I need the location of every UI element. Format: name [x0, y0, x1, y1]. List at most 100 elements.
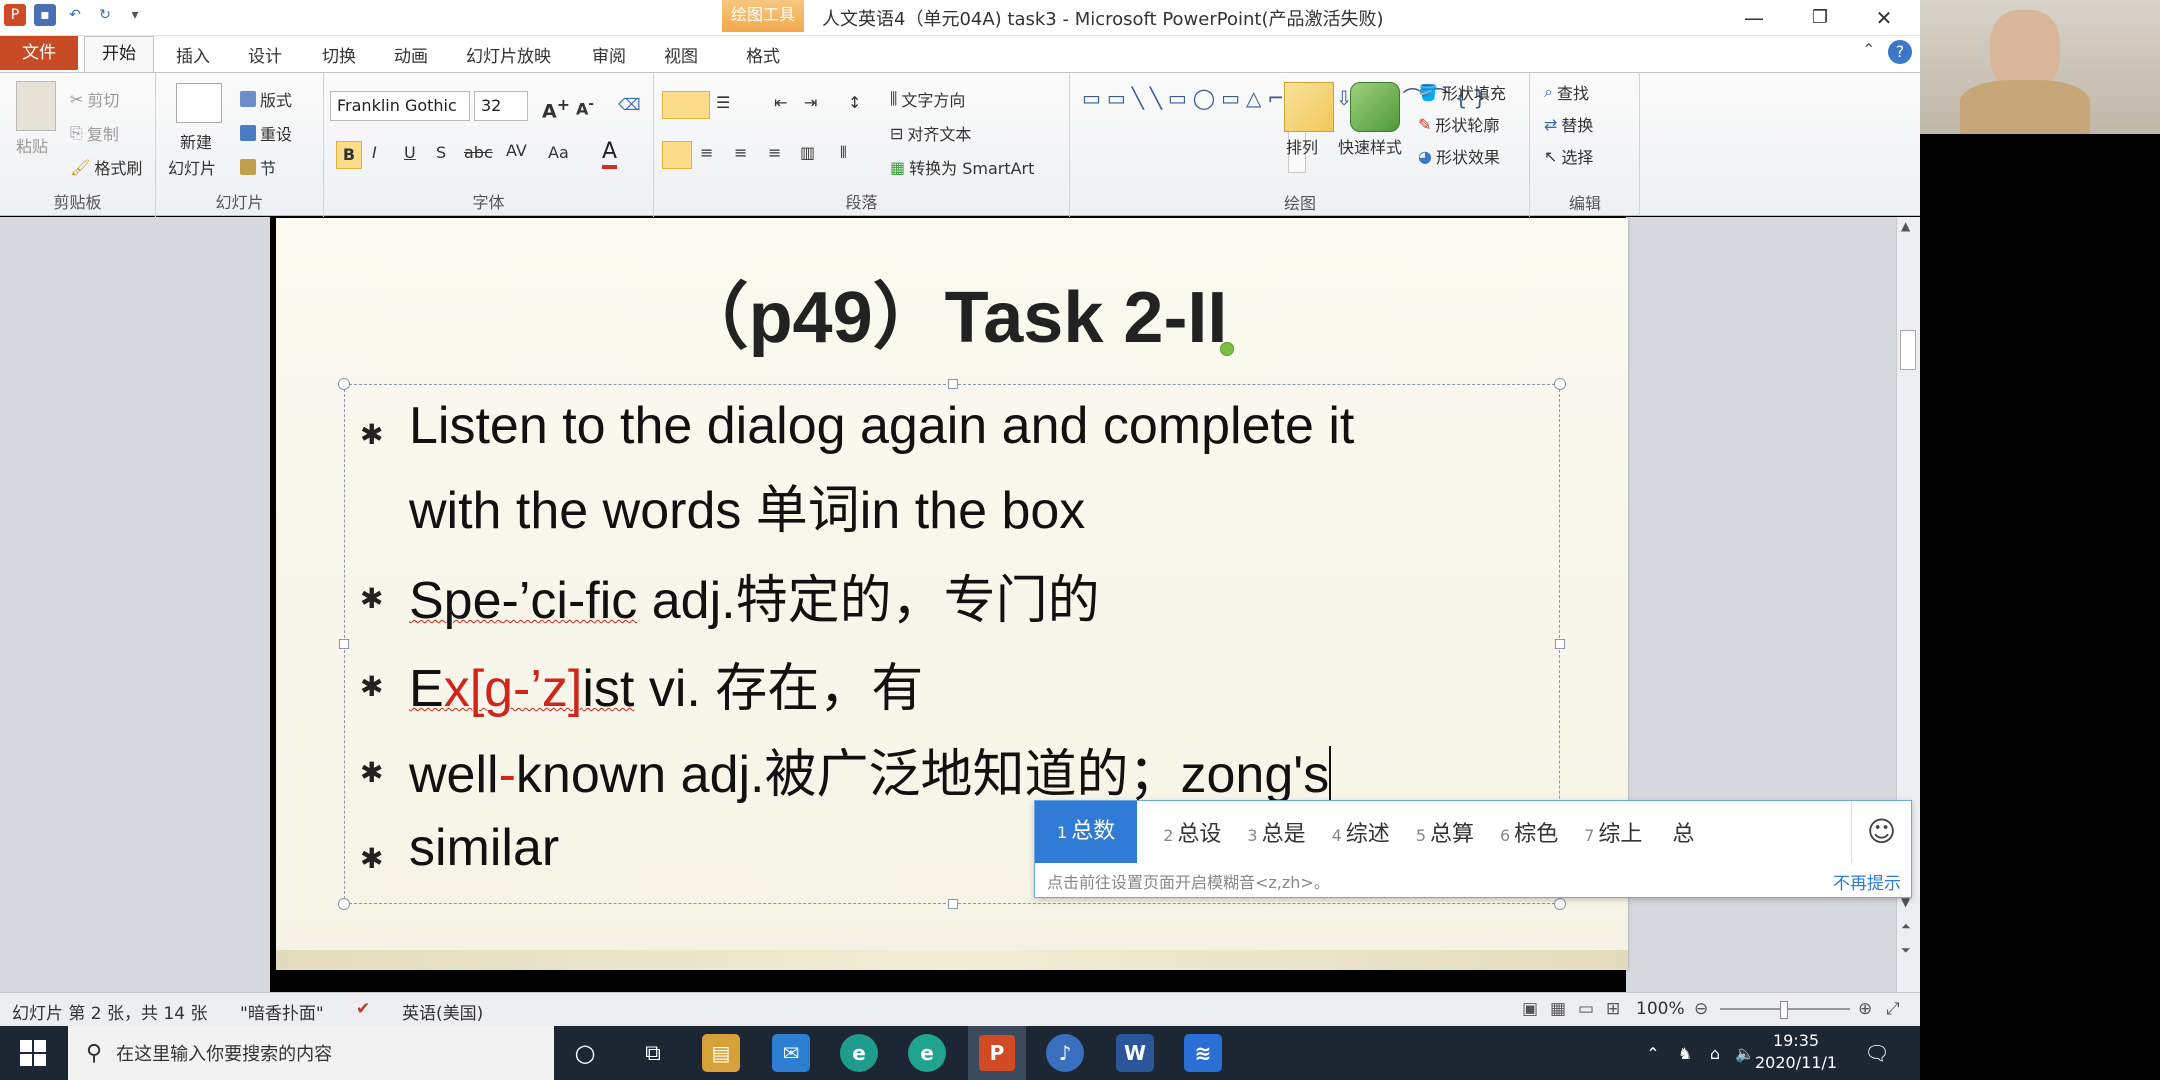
taskbar-clock[interactable]: 19:35 2020/11/1	[1748, 1030, 1844, 1074]
new-slide-dropdown[interactable]: 幻灯片	[168, 155, 216, 179]
ime-candidate[interactable]: 2 总设	[1163, 816, 1221, 848]
undo-icon[interactable]: ↶	[64, 4, 86, 26]
shape-fill-button[interactable]: 🪣 形状填充	[1418, 80, 1506, 104]
tab-insert[interactable]: 插入	[176, 42, 210, 67]
align-text-button[interactable]: ⊟ 对齐文本	[890, 121, 971, 145]
resize-handle-tl[interactable]	[338, 378, 350, 390]
increase-indent-icon[interactable]: ⇥	[804, 93, 817, 112]
font-size-box[interactable]: 32	[474, 91, 528, 121]
app-icon[interactable]: ♪	[1046, 1034, 1084, 1072]
ime-candidate[interactable]: 总	[1668, 816, 1694, 848]
slide-sorter-icon[interactable]: ▦	[1550, 999, 1566, 1019]
replace-button[interactable]: ⇄ 替换	[1544, 112, 1593, 136]
paste-icon[interactable]	[16, 81, 56, 131]
store-icon[interactable]: ▤	[702, 1034, 740, 1072]
bold-button[interactable]: B	[336, 141, 362, 169]
scroll-up-icon[interactable]: ▲	[1901, 219, 1910, 233]
strikethrough-button[interactable]: abc	[464, 143, 493, 162]
tab-file[interactable]: 文件	[0, 36, 78, 70]
reset-button[interactable]: 重设	[240, 121, 292, 145]
slideshow-view-icon[interactable]: ⊞	[1606, 999, 1620, 1019]
select-button[interactable]: ↖ 选择	[1544, 144, 1593, 168]
help-icon[interactable]: ?	[1888, 40, 1912, 64]
minimize-button[interactable]: —	[1730, 2, 1778, 34]
word-icon[interactable]: W	[1116, 1034, 1154, 1072]
shrink-font-icon[interactable]: A-	[576, 97, 594, 118]
language-indicator[interactable]: 英语(美国)	[402, 999, 483, 1024]
paste-button[interactable]: 粘贴	[16, 133, 48, 157]
copy-button[interactable]: ⎘ 复制	[70, 121, 119, 145]
distributed-icon[interactable]: ▥	[800, 143, 815, 162]
clear-format-icon[interactable]: ⌫	[618, 95, 641, 114]
redo-icon[interactable]: ↻	[94, 4, 116, 26]
find-button[interactable]: ⌕ 查找	[1544, 80, 1589, 104]
tray-app-icon[interactable]: ♞	[1672, 1034, 1698, 1072]
meeting-app-icon[interactable]: ≋	[1184, 1034, 1222, 1072]
reading-view-icon[interactable]: ▭	[1578, 999, 1594, 1019]
ime-dismiss-link[interactable]: 不再提示	[1833, 869, 1901, 894]
tab-view[interactable]: 视图	[664, 42, 698, 67]
font-color-icon[interactable]: A	[602, 139, 618, 169]
zoom-slider-thumb[interactable]	[1780, 1001, 1788, 1019]
smartart-button[interactable]: ▦ 转换为 SmartArt	[890, 155, 1034, 179]
tab-format[interactable]: 格式	[746, 42, 780, 67]
new-slide-icon[interactable]	[176, 83, 222, 123]
align-left-button[interactable]	[662, 141, 692, 169]
cortana-icon[interactable]: ○	[566, 1034, 604, 1072]
zoom-out-icon[interactable]: ⊖	[1694, 999, 1708, 1019]
cut-button[interactable]: ✂ 剪切	[70, 87, 119, 111]
change-case-button[interactable]: Aa	[548, 143, 569, 162]
customize-qat-icon[interactable]: ▾	[124, 4, 146, 26]
ime-candidate[interactable]: 7 综上	[1584, 816, 1642, 848]
close-button[interactable]: ✕	[1860, 2, 1908, 34]
resize-handle-bl[interactable]	[338, 898, 350, 910]
edge-icon[interactable]: e	[840, 1034, 878, 1072]
section-button[interactable]: 节	[240, 155, 276, 179]
scroll-thumb[interactable]	[1900, 330, 1916, 370]
layout-button[interactable]: 版式	[240, 87, 292, 111]
ime-hint[interactable]: 点击前往设置页面开启模糊音<z,zh>。	[1047, 869, 1330, 893]
arrange-button-label[interactable]: 排列	[1286, 134, 1318, 158]
taskbar-search[interactable]: ⚲ 在这里输入你要搜索的内容	[68, 1026, 554, 1080]
font-family-box[interactable]: Franklin Gothic	[330, 91, 470, 121]
ime-candidate[interactable]: 1 总数	[1035, 801, 1138, 863]
line-spacing-icon[interactable]: ↕	[848, 93, 861, 112]
save-icon[interactable]: ▪	[34, 4, 56, 26]
browser-icon[interactable]: e	[908, 1034, 946, 1072]
shape-effects-button[interactable]: ◕ 形状效果	[1418, 144, 1500, 168]
rotate-handle[interactable]	[1220, 342, 1234, 356]
ime-candidate[interactable]: 4 综述	[1332, 816, 1390, 848]
tab-home[interactable]: 开始	[84, 36, 154, 72]
powerpoint-taskbar-button[interactable]: P	[968, 1026, 1026, 1080]
ime-candidate[interactable]: 3 总是	[1247, 816, 1305, 848]
resize-handle-br[interactable]	[1554, 898, 1566, 910]
tab-transitions[interactable]: 切换	[322, 42, 356, 67]
italic-button[interactable]: I	[372, 143, 377, 162]
ime-candidate[interactable]: 5 总算	[1416, 816, 1474, 848]
underline-button[interactable]: U	[404, 143, 416, 162]
grow-font-icon[interactable]: A+	[542, 95, 570, 122]
resize-handle-b[interactable]	[948, 899, 958, 909]
tab-slideshow[interactable]: 幻灯片放映	[466, 42, 551, 67]
tab-animations[interactable]: 动画	[394, 42, 428, 67]
char-spacing-button[interactable]: AV	[506, 141, 527, 160]
columns-icon[interactable]: ⫴	[840, 143, 847, 163]
fit-to-window-icon[interactable]: ⤢	[1886, 999, 1900, 1019]
numbering-icon[interactable]: ☰	[716, 93, 730, 112]
align-center-icon[interactable]: ≡	[700, 143, 713, 162]
tray-expand-icon[interactable]: ⌃	[1640, 1034, 1666, 1072]
ime-composition[interactable]: zong's	[1180, 746, 1332, 806]
shapes-gallery[interactable]: ▭▭╲╲▭◯▭△⌐⌐⇨⇩◇↯⌒⌒{}	[1082, 83, 1486, 173]
quick-styles-button[interactable]: 快速样式	[1338, 134, 1402, 158]
emoji-icon[interactable]: ☺	[1851, 801, 1911, 863]
tab-review[interactable]: 审阅	[592, 42, 626, 67]
shadow-button[interactable]: S	[436, 143, 446, 162]
resize-handle-t[interactable]	[948, 379, 958, 389]
theme-name[interactable]: "暗香扑面"	[240, 999, 324, 1024]
resize-handle-r[interactable]	[1555, 639, 1565, 649]
bullets-button[interactable]	[662, 91, 710, 119]
slide-title[interactable]: （p49）Task 2-II	[276, 258, 1628, 363]
resize-handle-tr[interactable]	[1554, 378, 1566, 390]
collapse-ribbon-icon[interactable]: ⌃	[1862, 40, 1875, 59]
notification-icon[interactable]: 🗨	[1858, 1034, 1896, 1072]
